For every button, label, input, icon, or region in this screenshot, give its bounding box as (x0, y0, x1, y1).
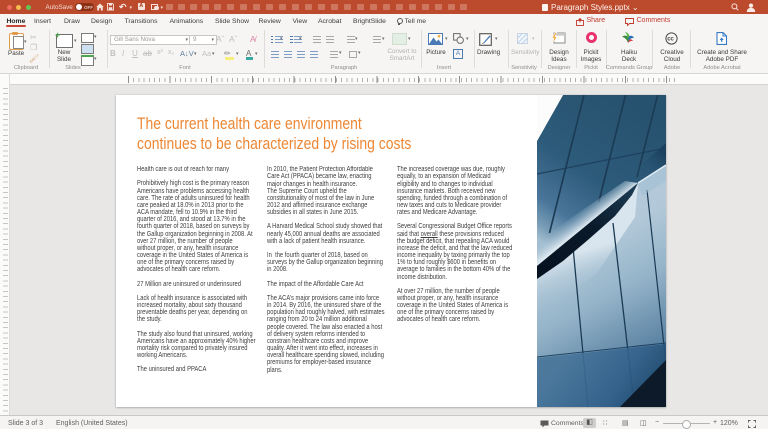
svg-text:cc: cc (667, 36, 674, 42)
